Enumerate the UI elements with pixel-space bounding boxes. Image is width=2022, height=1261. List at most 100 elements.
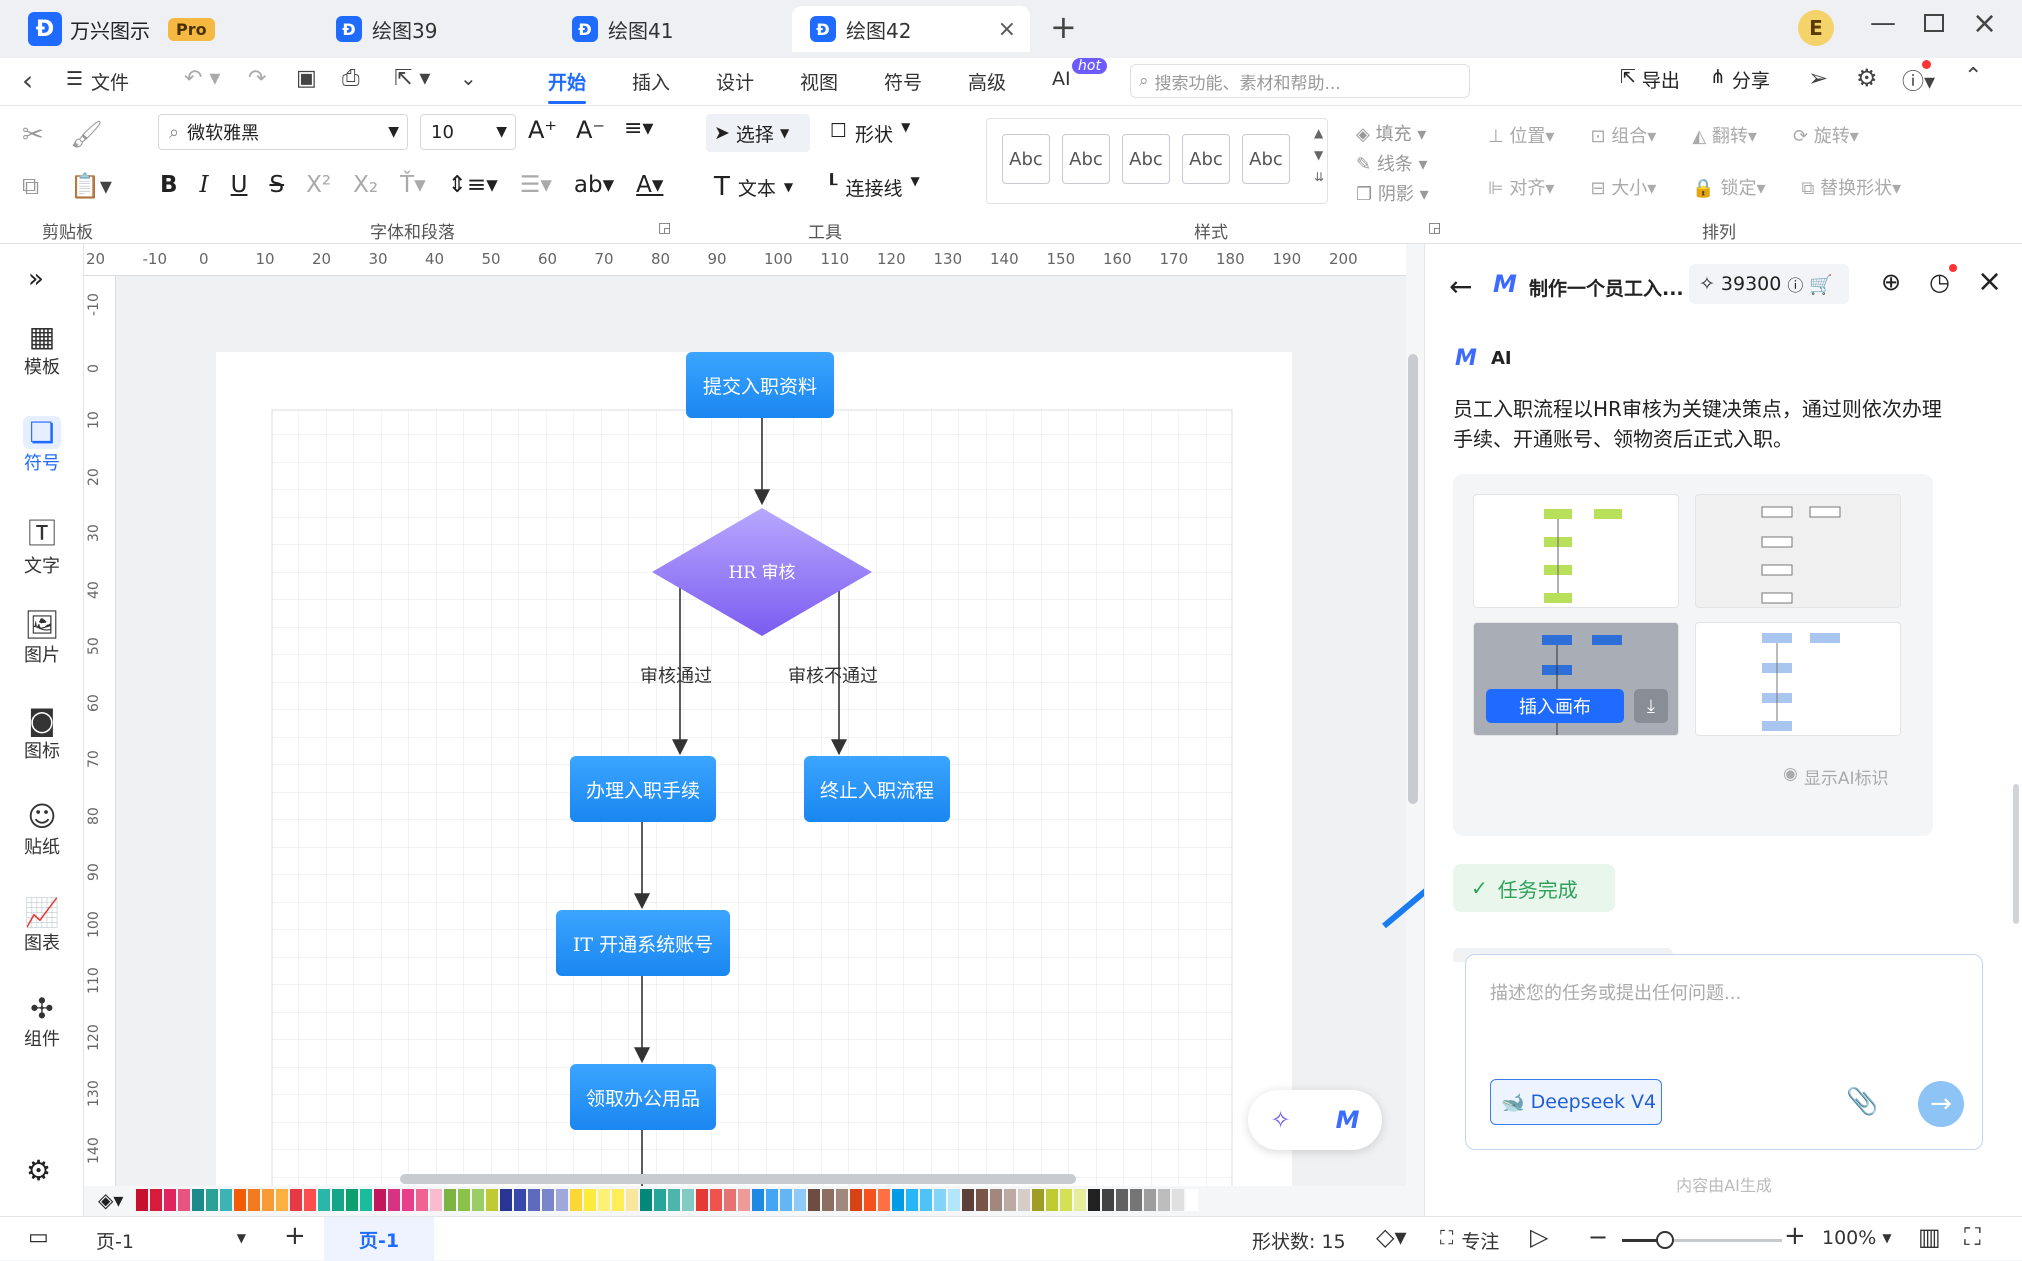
menu-file[interactable]: ☰ 文件 (66, 68, 129, 95)
node-terminate-onboarding[interactable]: 终止入职流程 (804, 756, 950, 822)
help-icon[interactable]: ⓘ▾ (1902, 64, 1935, 96)
color-swatch[interactable] (486, 1189, 498, 1211)
color-swatch[interactable] (738, 1189, 750, 1211)
font-size-select[interactable]: 10 ▼ (420, 114, 516, 150)
color-swatch[interactable] (304, 1189, 316, 1211)
sidebar-item-templates[interactable]: ▦ 模板 (0, 320, 84, 379)
color-swatch[interactable] (500, 1189, 512, 1211)
color-swatch[interactable] (1116, 1189, 1128, 1211)
color-swatch[interactable] (612, 1189, 624, 1211)
color-swatch[interactable] (444, 1189, 456, 1211)
window-close-icon[interactable]: × (1972, 6, 1997, 41)
color-swatch[interactable] (1060, 1189, 1072, 1211)
avatar[interactable]: E (1798, 10, 1834, 46)
superscript-icon[interactable]: X² (306, 172, 331, 198)
color-swatch[interactable] (556, 1189, 568, 1211)
style-sample[interactable]: Abc (1122, 134, 1170, 184)
new-chat-icon[interactable]: ⊕ (1881, 268, 1901, 296)
color-swatch[interactable] (1004, 1189, 1016, 1211)
color-swatch[interactable] (920, 1189, 932, 1211)
gear-icon[interactable]: ⚙ (1856, 64, 1878, 92)
color-swatch[interactable] (766, 1189, 778, 1211)
color-swatch[interactable] (724, 1189, 736, 1211)
color-swatch[interactable] (836, 1189, 848, 1211)
menu-start[interactable]: 开始 (548, 68, 587, 104)
send-button[interactable]: → (1918, 1081, 1964, 1127)
search-input[interactable]: ⌕ 搜索功能、素材和帮助... (1130, 64, 1470, 98)
send-icon[interactable]: ➢ (1808, 64, 1828, 92)
color-swatch[interactable] (1088, 1189, 1100, 1211)
node-it-accounts[interactable]: IT 开通系统账号 (556, 910, 730, 976)
undo-icon[interactable]: ↶ ▾ (184, 66, 220, 91)
flip-button[interactable]: ◭ 翻转▾ (1692, 122, 1757, 148)
sidebar-item-stickers[interactable]: ☺ 贴纸 (0, 800, 84, 859)
select-tool[interactable]: ➤ 选择 ▼ (706, 114, 810, 152)
color-swatch[interactable] (976, 1189, 988, 1211)
color-swatch[interactable] (416, 1189, 428, 1211)
save-icon[interactable]: ▣ (296, 66, 317, 91)
book-view-icon[interactable]: ▥ (1918, 1223, 1941, 1251)
color-swatch[interactable] (1046, 1189, 1058, 1211)
paste-icon[interactable]: 📋▾ (70, 172, 112, 200)
color-swatch[interactable] (150, 1189, 162, 1211)
color-swatch[interactable] (696, 1189, 708, 1211)
zoom-slider-handle[interactable] (1656, 1231, 1674, 1249)
color-swatch[interactable] (710, 1189, 722, 1211)
settings-icon[interactable]: ⚙ (26, 1154, 51, 1187)
color-swatch[interactable] (990, 1189, 1002, 1211)
vertical-scrollbar[interactable] (1408, 354, 1418, 804)
back-icon[interactable]: ‹ (22, 64, 33, 97)
color-swatch[interactable] (1130, 1189, 1142, 1211)
color-swatch[interactable] (682, 1189, 694, 1211)
sidebar-item-images[interactable]: 🖼 图片 (0, 608, 84, 667)
export-icon-small[interactable]: ⇱ ▾ (394, 66, 430, 91)
decrease-font-icon[interactable]: A⁻ (576, 116, 605, 144)
result-thumbnail-4[interactable] (1695, 622, 1901, 736)
color-swatch[interactable] (318, 1189, 330, 1211)
menu-insert[interactable]: 插入 (632, 68, 670, 95)
color-swatch[interactable] (276, 1189, 288, 1211)
color-swatch[interactable] (752, 1189, 764, 1211)
color-swatch[interactable] (1074, 1189, 1086, 1211)
expand-sidebar-icon[interactable]: » (28, 264, 44, 294)
style-sample[interactable]: Abc (1062, 134, 1110, 184)
subscript-icon[interactable]: X₂ (353, 172, 378, 198)
increase-font-icon[interactable]: A⁺ (528, 116, 557, 144)
sidebar-item-charts[interactable]: 📈 图表 (0, 896, 84, 955)
menu-advanced[interactable]: 高级 (968, 68, 1006, 95)
redo-icon[interactable]: ↷ (248, 66, 266, 91)
show-ai-mark-toggle[interactable]: ◉ 显示AI标识 (1783, 764, 1889, 789)
tab-drawing-41[interactable]: Đ 绘图41 (554, 6, 790, 52)
layers-icon[interactable]: ◇▾ (1376, 1223, 1407, 1251)
color-swatch[interactable] (948, 1189, 960, 1211)
text-effect-icon[interactable]: ab▾ (574, 172, 614, 198)
group-button[interactable]: ⊡ 组合▾ (1590, 122, 1656, 148)
share-button[interactable]: ⋔ 分享 (1710, 66, 1770, 93)
model-selector[interactable]: 🐋 Deepseek V4 (1490, 1079, 1662, 1125)
font-color-icon[interactable]: A▾ (636, 172, 663, 198)
color-swatch[interactable] (164, 1189, 176, 1211)
dialog-launcher-icon[interactable]: ◲ (658, 220, 671, 236)
color-swatch[interactable] (864, 1189, 876, 1211)
paragraph-align-icon[interactable]: ≡▾ (624, 116, 653, 141)
fit-page-icon[interactable]: ⛶ (1964, 1223, 1981, 1251)
font-name-select[interactable]: ⌕ 微软雅黑 ▼ (158, 114, 408, 150)
node-office-supplies[interactable]: 领取办公用品 (570, 1064, 716, 1130)
size-button[interactable]: ⊟ 大小▾ (1590, 174, 1656, 200)
maximize-icon[interactable] (1924, 14, 1944, 32)
color-swatch[interactable] (598, 1189, 610, 1211)
style-sample[interactable]: Abc (1182, 134, 1230, 184)
color-swatch[interactable] (374, 1189, 386, 1211)
zoom-slider[interactable] (1622, 1231, 1782, 1249)
color-swatch[interactable] (1158, 1189, 1170, 1211)
color-swatch[interactable] (514, 1189, 526, 1211)
color-swatch[interactable] (528, 1189, 540, 1211)
color-swatch[interactable] (962, 1189, 974, 1211)
color-swatch[interactable] (626, 1189, 638, 1211)
color-swatch[interactable] (332, 1189, 344, 1211)
color-swatch[interactable] (892, 1189, 904, 1211)
menu-design[interactable]: 设计 (716, 68, 754, 95)
collapse-ribbon-icon[interactable]: ⌃ (1964, 64, 1982, 89)
page-tab[interactable]: 页-1 (324, 1217, 434, 1261)
color-swatch[interactable] (360, 1189, 372, 1211)
